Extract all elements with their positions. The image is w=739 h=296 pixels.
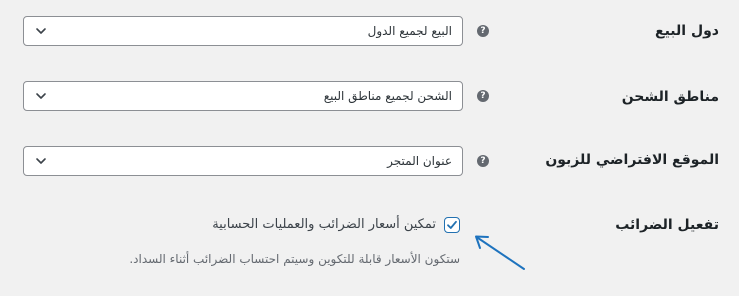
shipping-locations-label: مناطق الشحن — [621, 89, 719, 105]
checkmark-icon — [447, 220, 457, 229]
enable-taxes-label: تفعيل الضرائب — [615, 217, 719, 233]
default-customer-location-label: الموقع الافتراضي للزبون — [545, 152, 719, 168]
selling-locations-select[interactable]: البيع لجميع الدول — [23, 16, 463, 46]
enable-taxes-description: ستكون الأسعار قابلة للتكوين وسيتم احتساب… — [129, 252, 460, 266]
enable-taxes-checkbox[interactable] — [444, 217, 460, 233]
shipping-locations-select[interactable]: الشحن لجميع مناطق البيع — [23, 81, 463, 111]
default-customer-location-select[interactable]: عنوان المتجر — [23, 146, 463, 176]
annotation-arrow-icon — [475, 235, 525, 270]
selling-locations-help-icon[interactable]: ? — [477, 25, 489, 37]
selling-locations-label: دول البيع — [655, 23, 719, 39]
shipping-locations-value: الشحن لجميع مناطق البيع — [323, 89, 452, 103]
chevron-down-icon — [36, 28, 46, 34]
chevron-down-icon — [36, 158, 46, 164]
selling-locations-value: البيع لجميع الدول — [367, 24, 452, 38]
enable-taxes-checkbox-label[interactable]: تمكين أسعار الضرائب والعمليات الحسابية — [212, 215, 436, 235]
default-customer-location-help-icon[interactable]: ? — [477, 155, 489, 167]
shipping-locations-help-icon[interactable]: ? — [477, 90, 489, 102]
chevron-down-icon — [36, 93, 46, 99]
default-customer-location-value: عنوان المتجر — [387, 154, 452, 168]
